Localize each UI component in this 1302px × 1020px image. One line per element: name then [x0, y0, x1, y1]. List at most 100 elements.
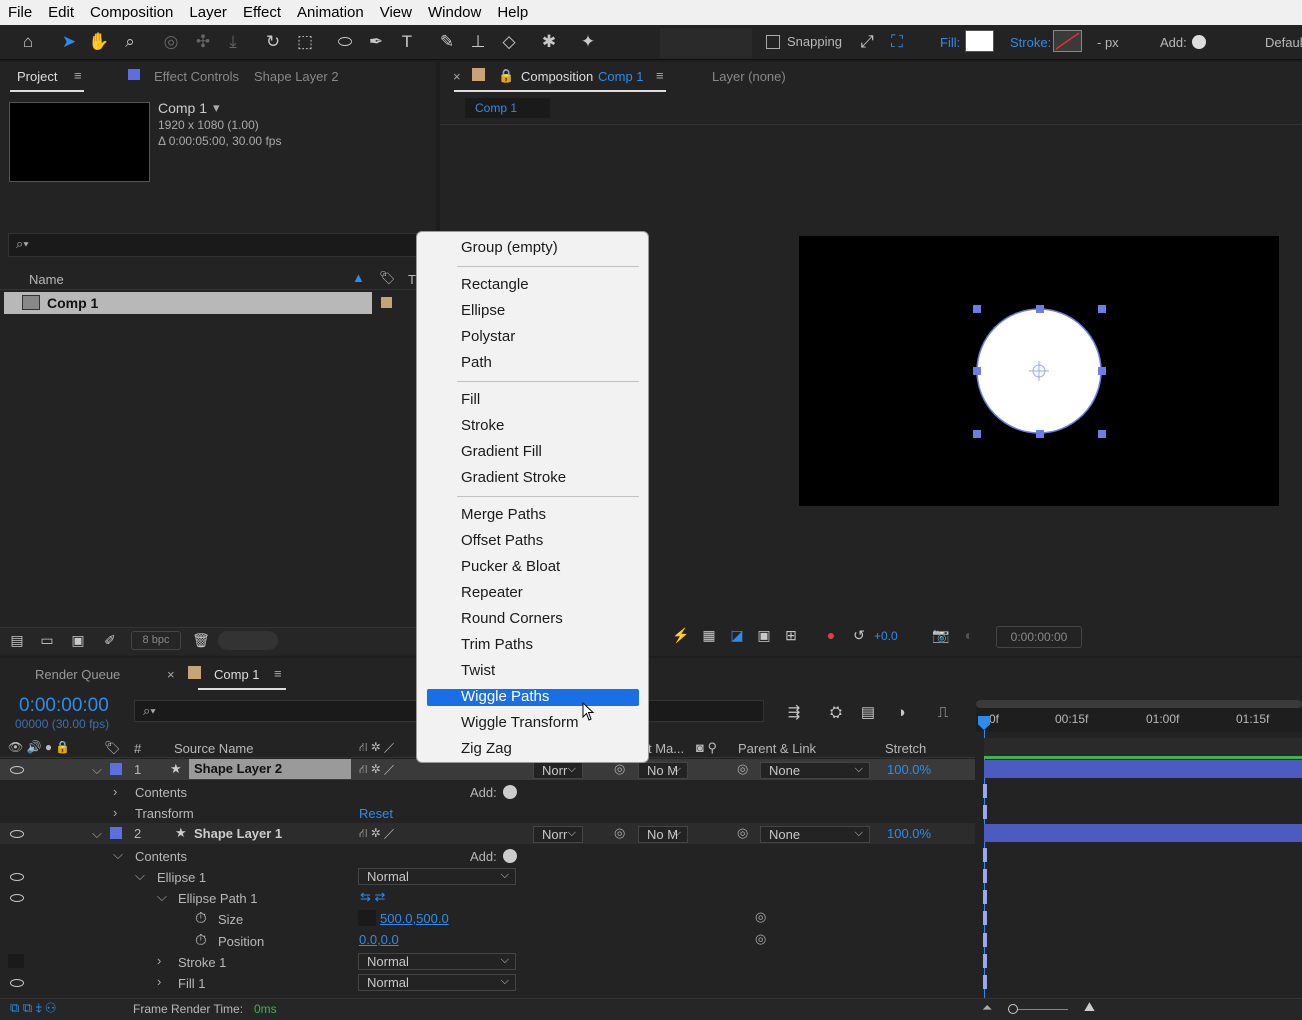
col-parent-link[interactable]: Parent & Link: [738, 741, 816, 756]
label-swatch[interactable]: [381, 297, 392, 308]
menu-item-group[interactable]: Group (empty): [461, 236, 558, 260]
selection-tool-icon[interactable]: ➤: [58, 31, 80, 53]
thumbnail-slider[interactable]: [218, 631, 278, 650]
menu-item-repeater[interactable]: Repeater: [461, 581, 523, 605]
chevron-down-icon[interactable]: ⌵: [135, 868, 145, 884]
transparency-grid-icon[interactable]: ▦: [698, 624, 720, 646]
chevron-down-icon[interactable]: ⌵: [92, 826, 102, 842]
stretch-value[interactable]: 100.0%: [887, 762, 931, 777]
menu-item-stroke[interactable]: Stroke: [461, 414, 504, 438]
fill-blend-select[interactable]: Normal: [358, 974, 516, 991]
sort-asc-icon[interactable]: ▲: [352, 270, 365, 285]
new-folder-icon[interactable]: ▭: [36, 629, 58, 651]
ellipse-path-label[interactable]: Ellipse Path 1: [178, 891, 258, 906]
hand-tool-icon[interactable]: ✋: [88, 31, 110, 53]
roto-brush-tool-icon[interactable]: ✱: [538, 31, 560, 53]
menu-item-trim-paths[interactable]: Trim Paths: [461, 633, 533, 657]
type-tool-icon[interactable]: T: [396, 31, 418, 53]
col-name[interactable]: Name: [29, 272, 64, 287]
menu-item-polystar[interactable]: Polystar: [461, 325, 515, 349]
menu-effect[interactable]: Effect: [235, 4, 289, 21]
adjust-settings-icon[interactable]: ✐: [99, 629, 121, 651]
project-search-input[interactable]: [8, 233, 418, 257]
snapping-checkbox[interactable]: [766, 35, 780, 49]
ellipse-blend-select[interactable]: Normal: [358, 868, 516, 885]
contents-label[interactable]: Contents: [135, 785, 187, 800]
eye-icon[interactable]: [10, 979, 24, 987]
layer-duration-bar[interactable]: [984, 824, 1302, 842]
footer-toggle-icons[interactable]: ⧉ ⧉ ⇟ ⚇: [10, 1000, 56, 1016]
pickwhip-icon[interactable]: ◎: [755, 909, 766, 925]
zoom-slider-handle[interactable]: [1008, 1004, 1018, 1014]
menu-item-rectangle[interactable]: Rectangle: [461, 273, 529, 297]
chevron-down-icon[interactable]: ⌵: [157, 889, 167, 905]
menu-animation[interactable]: Animation: [289, 4, 372, 21]
stopwatch-icon[interactable]: ⏱: [195, 932, 207, 949]
close-tab-icon[interactable]: ×: [167, 667, 175, 682]
workspace-label[interactable]: Defaul: [1265, 35, 1302, 50]
snap-edges-icon[interactable]: ⤢: [856, 31, 878, 53]
add-content-button[interactable]: [503, 849, 517, 863]
comp-dropdown-icon[interactable]: ▾: [213, 100, 220, 116]
work-area-bar[interactable]: [976, 700, 1302, 708]
layer-label-swatch[interactable]: [110, 827, 122, 839]
pickwhip-icon[interactable]: ◎: [614, 825, 625, 841]
effect-controls-tab[interactable]: Effect Controls: [154, 69, 239, 84]
menu-edit[interactable]: Edit: [40, 4, 82, 21]
eye-icon[interactable]: [10, 830, 24, 838]
layer-panel-tab[interactable]: Layer (none): [712, 69, 786, 84]
menu-item-pucker-bloat[interactable]: Pucker & Bloat: [461, 555, 560, 579]
comp-mini-flowchart-icon[interactable]: ⇶: [783, 702, 805, 724]
effect-controls-layer[interactable]: Shape Layer 2: [254, 69, 339, 84]
zoom-out-icon[interactable]: ⏶: [982, 1000, 992, 1016]
lock-icon[interactable]: 🔒: [498, 68, 514, 84]
size-value[interactable]: 500.0,500.0: [380, 911, 449, 926]
layer-label-swatch[interactable]: [110, 763, 122, 775]
zoom-slider[interactable]: [1010, 1009, 1068, 1010]
add-content-button[interactable]: [503, 785, 517, 799]
zoom-tool-icon[interactable]: ⌕: [119, 31, 141, 53]
pan-tool-icon[interactable]: ✣: [192, 31, 214, 53]
position-value[interactable]: 0.0,0.0: [359, 932, 399, 947]
menu-help[interactable]: Help: [489, 4, 536, 21]
stopwatch-icon[interactable]: ⏱: [195, 910, 207, 927]
col-track-matte[interactable]: t Ma...: [648, 741, 684, 756]
layer-duration-bar[interactable]: [984, 760, 1302, 778]
menu-view[interactable]: View: [372, 4, 420, 21]
menu-composition[interactable]: Composition: [82, 4, 181, 21]
panel-menu-icon[interactable]: ≡: [274, 666, 282, 681]
shape-layer-preview[interactable]: [799, 236, 1279, 506]
viewer-timecode[interactable]: 0:00:00:00: [996, 626, 1082, 648]
reset-link[interactable]: Reset: [359, 806, 393, 821]
stroke-blend-select[interactable]: Normal: [358, 953, 516, 970]
clone-stamp-tool-icon[interactable]: ⊥: [467, 31, 489, 53]
col-type[interactable]: T: [408, 272, 416, 287]
zoom-in-icon[interactable]: ⛰: [1084, 999, 1095, 1015]
composition-tab[interactable]: Composition: [521, 69, 593, 84]
exposure-value[interactable]: +0.0: [874, 629, 898, 643]
composition-viewer[interactable]: [799, 236, 1279, 506]
motion-blur-icon[interactable]: ◑: [890, 702, 912, 724]
ellipse-group-label[interactable]: Ellipse 1: [157, 870, 206, 885]
timeline-comp-tab[interactable]: Comp 1: [214, 667, 260, 682]
chevron-right-icon[interactable]: ›: [113, 784, 117, 799]
blend-mode-select[interactable]: Norr: [533, 762, 583, 779]
menu-file[interactable]: File: [0, 4, 40, 21]
menu-item-ellipse[interactable]: Ellipse: [461, 299, 505, 323]
snapshot-icon[interactable]: 📷: [930, 624, 952, 646]
trash-icon[interactable]: 🗑: [190, 629, 212, 651]
orbit-tool-icon[interactable]: ◎: [160, 31, 182, 53]
col-stretch[interactable]: Stretch: [885, 741, 926, 756]
home-icon[interactable]: ⌂: [17, 31, 39, 53]
rotate-tool-icon[interactable]: ↻: [262, 31, 284, 53]
fast-preview-icon[interactable]: ⚡: [670, 624, 692, 646]
blend-mode-select[interactable]: Norr: [533, 826, 583, 843]
parent-select[interactable]: None: [760, 826, 870, 843]
layer-switches[interactable]: ⛙ ✲ ⟋: [359, 826, 394, 842]
new-comp-icon[interactable]: ▣: [67, 629, 89, 651]
fill-group-label[interactable]: Fill 1: [178, 976, 205, 991]
menu-item-gradient-fill[interactable]: Gradient Fill: [461, 440, 542, 464]
path-direction-icon[interactable]: ⇆ ⇄: [360, 889, 385, 905]
col-num[interactable]: #: [134, 741, 141, 756]
menu-item-wiggle-transform[interactable]: Wiggle Transform: [461, 711, 579, 735]
